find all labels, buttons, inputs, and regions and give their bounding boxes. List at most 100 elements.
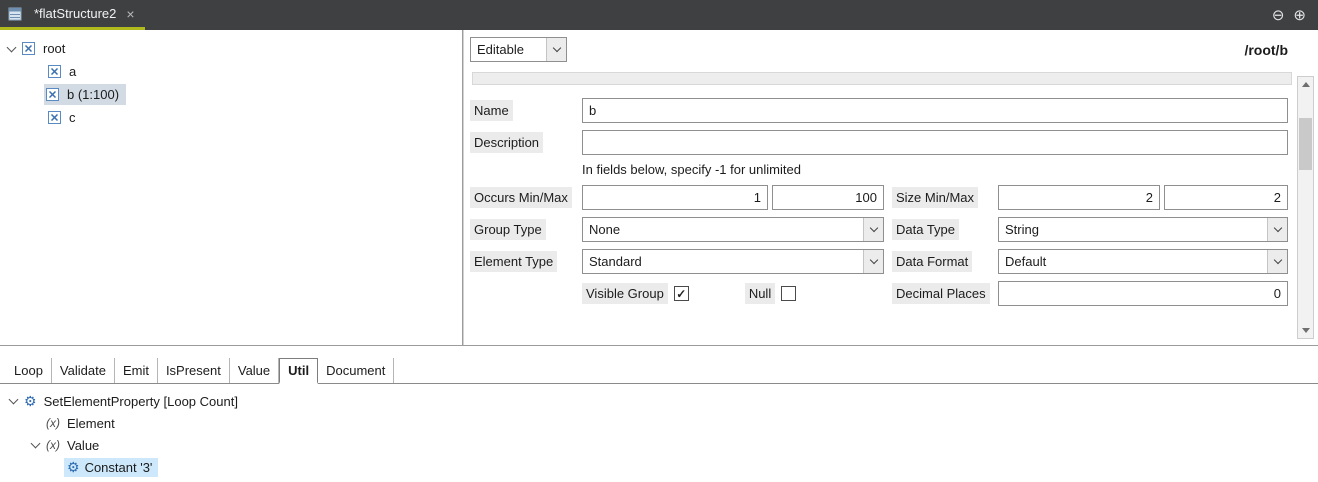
element-type-value: Standard — [583, 250, 863, 273]
tab-label: Loop — [14, 363, 43, 378]
chevron-down-icon[interactable] — [863, 218, 883, 241]
util-item-constant[interactable]: ⚙ Constant '3' — [0, 456, 1318, 478]
tab-value[interactable]: Value — [230, 358, 279, 383]
editable-mode-value: Editable — [471, 38, 546, 61]
function-icon: (x) — [46, 438, 60, 452]
tab-close-icon[interactable]: × — [126, 6, 134, 22]
maximize-view-icon[interactable]: ⊕ — [1293, 6, 1306, 24]
data-type-dropdown[interactable]: String — [998, 217, 1288, 242]
bottom-tab-strip: Loop Validate Emit IsPresent Value Util … — [0, 358, 1318, 384]
flat-structure-icon — [8, 7, 22, 21]
util-item-label: SetElementProperty [Loop Count] — [42, 393, 240, 410]
occurs-minmax-label: Occurs Min/Max — [470, 187, 572, 208]
chevron-down-icon[interactable] — [9, 395, 19, 405]
element-icon — [48, 111, 62, 124]
element-type-dropdown[interactable]: Standard — [582, 249, 884, 274]
element-icon — [46, 88, 60, 101]
scrollbar-track[interactable] — [1298, 92, 1313, 323]
tab-bar-spacer — [145, 0, 1272, 30]
scrollbar-thumb[interactable] — [1299, 118, 1312, 170]
group-type-dropdown[interactable]: None — [582, 217, 884, 242]
util-item-element[interactable]: (x) Element — [0, 412, 1318, 434]
tree-item-label: root — [41, 40, 67, 57]
editable-mode-dropdown[interactable]: Editable — [470, 37, 567, 62]
chevron-down-icon[interactable] — [31, 439, 41, 449]
decimal-places-input[interactable] — [998, 281, 1288, 306]
name-row: Name — [470, 98, 1288, 123]
scroll-down-icon[interactable] — [1298, 323, 1313, 338]
tree-item-b[interactable]: b (1:100) — [0, 83, 462, 106]
name-label: Name — [470, 100, 513, 121]
element-type-label: Element Type — [470, 251, 557, 272]
function-icon: (x) — [46, 416, 60, 430]
tab-loop[interactable]: Loop — [6, 358, 52, 383]
chevron-down-icon[interactable] — [7, 42, 17, 52]
data-type-label: Data Type — [892, 219, 959, 240]
occurs-max-input[interactable] — [772, 185, 884, 210]
gear-icon: ⚙ — [67, 460, 80, 474]
name-input[interactable] — [582, 98, 1288, 123]
occurs-min-input[interactable] — [582, 185, 768, 210]
visible-group-label: Visible Group — [582, 283, 668, 304]
data-type-value: String — [999, 218, 1267, 241]
chevron-down-icon[interactable] — [546, 38, 566, 61]
tab-validate[interactable]: Validate — [52, 358, 115, 383]
util-item-value[interactable]: (x) Value — [0, 434, 1318, 456]
description-row: Description — [470, 130, 1288, 155]
chevron-down-icon[interactable] — [863, 250, 883, 273]
size-max-input[interactable] — [1164, 185, 1288, 210]
tab-emit[interactable]: Emit — [115, 358, 158, 383]
collapsed-section-bar[interactable] — [472, 72, 1292, 85]
group-type-value: None — [583, 218, 863, 241]
tab-title: *flatStructure2 — [34, 6, 116, 21]
minimize-view-icon[interactable]: ⊖ — [1272, 6, 1285, 24]
element-icon — [48, 65, 62, 78]
description-input[interactable] — [582, 130, 1288, 155]
util-selection: ⚙ Constant '3' — [64, 458, 158, 477]
properties-header: Editable /root/b — [470, 37, 1288, 62]
view-controls: ⊖ ⊕ — [1272, 0, 1318, 30]
horizontal-splitter[interactable] — [0, 346, 1318, 358]
element-path: /root/b — [1244, 42, 1288, 58]
tree-selection: b (1:100) — [44, 84, 126, 105]
tree-item-root[interactable]: root — [0, 37, 462, 60]
group-type-label: Group Type — [470, 219, 546, 240]
util-item-label: Constant '3' — [85, 460, 153, 475]
tree-item-a[interactable]: a — [0, 60, 462, 83]
data-format-label: Data Format — [892, 251, 972, 272]
tab-label: Validate — [60, 363, 106, 378]
visible-group-checkbox[interactable]: ✓ — [674, 286, 689, 301]
unlimited-hint: In fields below, specify -1 for unlimite… — [470, 162, 1288, 177]
tab-label: Document — [326, 363, 385, 378]
chevron-down-icon[interactable] — [1267, 250, 1287, 273]
vertical-scrollbar[interactable] — [1297, 76, 1314, 339]
tab-label: Value — [238, 363, 270, 378]
element-type-format-row: Element Type Standard Data Format Defaul… — [470, 249, 1288, 274]
occurs-size-row: Occurs Min/Max Size Min/Max — [470, 185, 1288, 210]
tab-strip-spacer — [394, 358, 1318, 383]
editor-tab-flatstructure2[interactable]: *flatStructure2 × — [0, 0, 145, 30]
tab-ispresent[interactable]: IsPresent — [158, 358, 230, 383]
tree-item-label: a — [67, 63, 78, 80]
tree-item-label: c — [67, 109, 78, 126]
element-icon — [22, 42, 36, 55]
data-format-value: Default — [999, 250, 1267, 273]
tab-util[interactable]: Util — [279, 358, 318, 384]
util-item-setelementproperty[interactable]: ⚙ SetElementProperty [Loop Count] — [0, 390, 1318, 412]
tab-label: Emit — [123, 363, 149, 378]
tree-item-c[interactable]: c — [0, 106, 462, 129]
data-format-dropdown[interactable]: Default — [998, 249, 1288, 274]
gear-icon: ⚙ — [24, 394, 37, 408]
util-tree: ⚙ SetElementProperty [Loop Count] (x) El… — [0, 384, 1318, 478]
null-checkbox[interactable] — [781, 286, 796, 301]
util-item-label: Value — [65, 437, 101, 454]
chevron-down-icon[interactable] — [1267, 218, 1287, 241]
structure-tree-panel: root a b (1:100) c — [0, 30, 463, 345]
checkbox-row: Visible Group ✓ Null Decimal Places — [470, 281, 1288, 306]
scroll-up-icon[interactable] — [1298, 77, 1313, 92]
tab-label: Util — [288, 363, 309, 378]
tab-document[interactable]: Document — [318, 358, 394, 383]
size-min-input[interactable] — [998, 185, 1160, 210]
size-minmax-label: Size Min/Max — [892, 187, 978, 208]
null-label: Null — [745, 283, 775, 304]
